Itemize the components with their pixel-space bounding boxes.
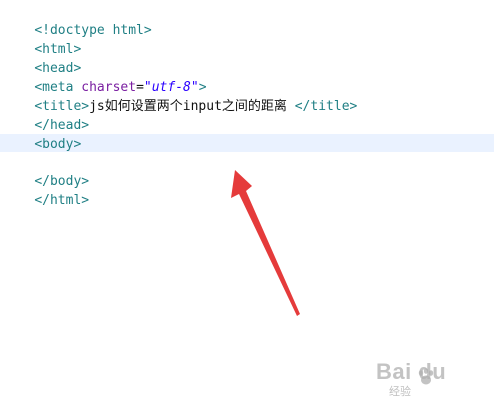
code-line-doctype[interactable]: <!doctype html> — [3, 2, 151, 38]
code-line-html-close[interactable]: </html> — [3, 172, 89, 208]
code-line-head-open[interactable]: <head> — [3, 40, 81, 76]
code-line-empty[interactable] — [3, 134, 34, 153]
code-line-meta[interactable]: <meta charset="utf-8"> — [3, 59, 206, 95]
code-line-body-open[interactable]: <body> — [3, 116, 81, 152]
code-editor[interactable]: <!doctype html> <html> <head> <meta char… — [0, 0, 494, 409]
watermark-subtitle: 经验 — [389, 386, 411, 398]
html-close-tag: </html> — [34, 193, 90, 208]
code-line-html-open[interactable]: <html> — [3, 21, 81, 57]
title-close-tag: </title> — [286, 99, 358, 114]
code-line-head-close[interactable]: </head> — [3, 97, 89, 133]
paw-icon — [418, 368, 434, 385]
code-line-title[interactable]: <title>js如何设置两个input之间的距离 </title> — [3, 78, 357, 114]
code-line-body-close[interactable]: </body> — [3, 153, 89, 189]
title-text: js如何设置两个input之间的距离 — [89, 99, 287, 114]
baidu-watermark: Bai du 经验 — [355, 359, 475, 399]
body-open-tag: <body> — [34, 137, 82, 152]
